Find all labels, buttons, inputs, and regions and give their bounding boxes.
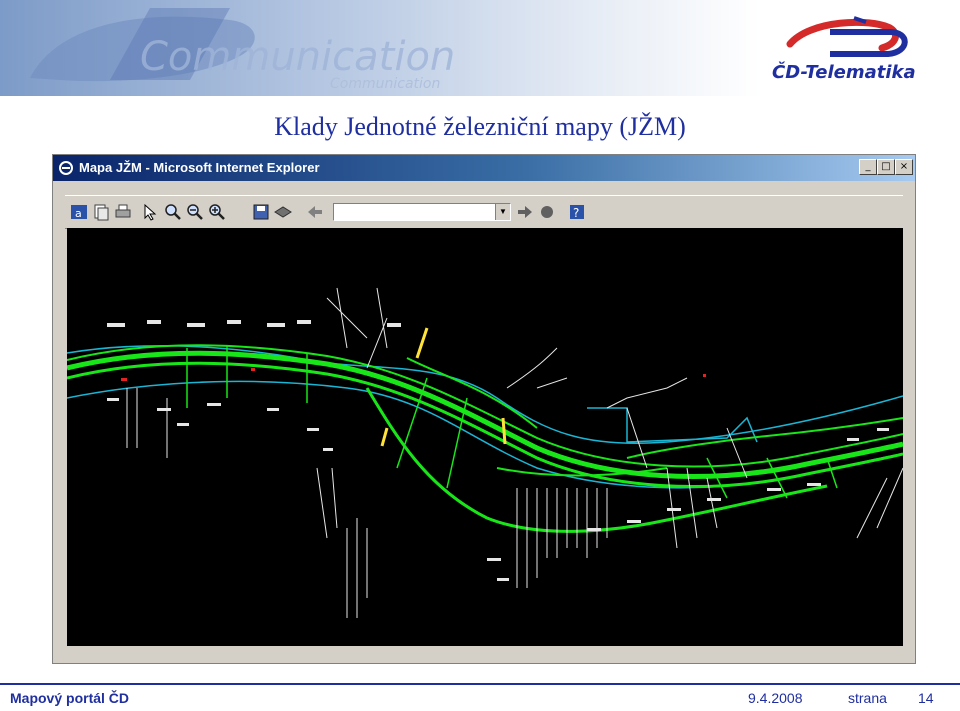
close-button[interactable]: × [895, 159, 913, 175]
print-icon[interactable] [113, 202, 133, 222]
copy-icon[interactable] [91, 202, 111, 222]
footer-page-number: 14 [918, 690, 934, 706]
footer-date: 9.4.2008 [748, 690, 803, 706]
window-titlebar[interactable]: Mapa JŽM - Microsoft Internet Explorer _… [53, 155, 915, 181]
zoom-out-icon[interactable] [185, 202, 205, 222]
cd-telematika-logo: ČD-Telematika [772, 16, 916, 83]
footer-page-label: strana [848, 690, 887, 706]
ie-logo-icon [59, 161, 73, 175]
svg-text:a: a [75, 207, 82, 220]
logo-text: ČD-Telematika [772, 61, 916, 83]
chevron-down-icon[interactable]: ▼ [495, 204, 510, 220]
minimize-button[interactable]: _ [859, 159, 877, 175]
highlight-marks [380, 327, 507, 447]
app-icon[interactable]: a [69, 202, 89, 222]
scale-combo[interactable]: ▼ [333, 203, 511, 221]
track-lines [66, 344, 904, 533]
map-toolbar: a ▼ ? [65, 195, 903, 229]
zoom-in-icon[interactable] [207, 202, 227, 222]
slide-title: Klady Jednotné železniční mapy (JŽM) [274, 112, 686, 141]
forward-arrow-icon[interactable] [515, 202, 535, 222]
railway-map [66, 287, 904, 618]
window-title: Mapa JŽM - Microsoft Internet Explorer [79, 160, 320, 175]
annotation-lines [126, 287, 904, 618]
river-lines [66, 344, 904, 489]
help-icon[interactable]: ? [567, 202, 587, 222]
banner-watermark: Communication [140, 34, 455, 80]
layers-icon[interactable] [273, 202, 293, 222]
stop-icon[interactable] [537, 202, 557, 222]
browser-window: Mapa JŽM - Microsoft Internet Explorer _… [52, 154, 916, 664]
footer-divider [0, 683, 960, 685]
svg-text:?: ? [573, 206, 579, 220]
zoom-window-icon[interactable] [163, 202, 183, 222]
select-icon[interactable] [141, 202, 161, 222]
map-labels [107, 320, 889, 581]
maximize-button[interactable]: □ [877, 159, 895, 175]
banner-subtext: Communication [330, 76, 440, 92]
header-banner: Communication Communication ČD-Telematik… [0, 0, 960, 100]
map-canvas[interactable] [66, 228, 904, 646]
back-arrow-icon[interactable] [305, 202, 325, 222]
footer-portal-name: Mapový portál ČD [10, 690, 130, 706]
save-icon[interactable] [251, 202, 271, 222]
